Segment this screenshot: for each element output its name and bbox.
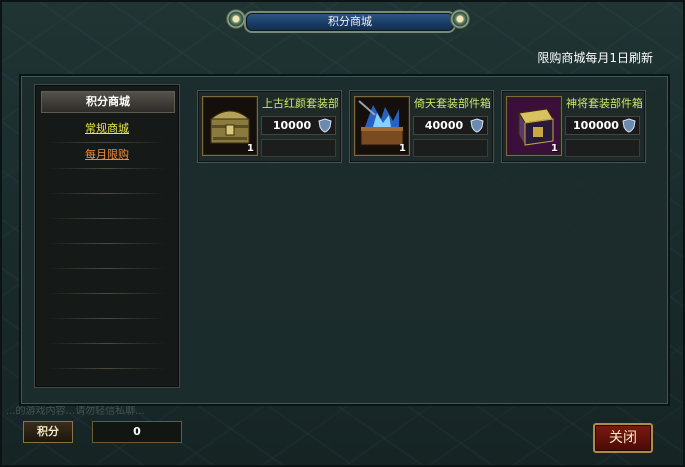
divider [49,343,165,344]
item-name: 上古红颜套装部件 [262,97,338,110]
shop-item-card[interactable]: 1 神将套装部件箱 100000 [501,90,646,163]
sidebar-item-regular-shop[interactable]: 常规商城 [41,117,173,141]
title-bar: 积分商城 [226,8,470,34]
shop-item-card[interactable]: 1 上古红颜套装部件 10000 [197,90,342,163]
shop-item-card[interactable]: 1 倚天套装部件箱 40000 [349,90,494,163]
shield-icon [318,118,332,133]
sidebar-header: 积分商城 [41,91,175,113]
item-quantity: 1 [399,143,406,154]
item-price: 10000 [272,119,312,132]
shield-icon [622,118,636,133]
shield-icon [470,118,484,133]
points-label: 积分 [23,421,73,443]
sidebar-item-monthly-limited[interactable]: 每月限购 [41,143,173,167]
buy-slot[interactable] [565,139,640,157]
item-name: 神将套装部件箱 [566,97,642,110]
item-quantity: 1 [551,143,558,154]
divider [49,293,165,294]
divider [49,218,165,219]
item-price: 40000 [424,119,464,132]
item-price: 100000 [573,119,619,132]
divider [49,318,165,319]
divider [49,268,165,269]
divider [49,193,165,194]
points-shop-window: ...的游戏内容...请勿轻信私聊... 积分商城 限购商城每月1日刷新 积分商… [0,0,685,467]
category-sidebar: 积分商城 常规商城 每月限购 [34,84,180,388]
item-name: 倚天套装部件箱 [414,97,490,110]
divider [49,243,165,244]
item-quantity: 1 [247,143,254,154]
divider [49,168,165,169]
window-title: 积分商城 [244,11,456,33]
refresh-notice: 限购商城每月1日刷新 [537,51,653,65]
divider [49,368,165,369]
golden-chest-icon[interactable]: 1 [202,96,258,156]
buy-slot[interactable] [413,139,488,157]
points-value: 0 [92,421,182,443]
ornament-right-icon [450,9,470,29]
item-price-box: 40000 [413,116,488,135]
blue-flame-chest-icon[interactable]: 1 [354,96,410,156]
purple-chest-icon[interactable]: 1 [506,96,562,156]
ornament-left-icon [226,9,246,29]
buy-slot[interactable] [261,139,336,157]
item-price-box: 100000 [565,116,640,135]
item-price-box: 10000 [261,116,336,135]
close-button[interactable]: 关闭 [593,423,653,453]
